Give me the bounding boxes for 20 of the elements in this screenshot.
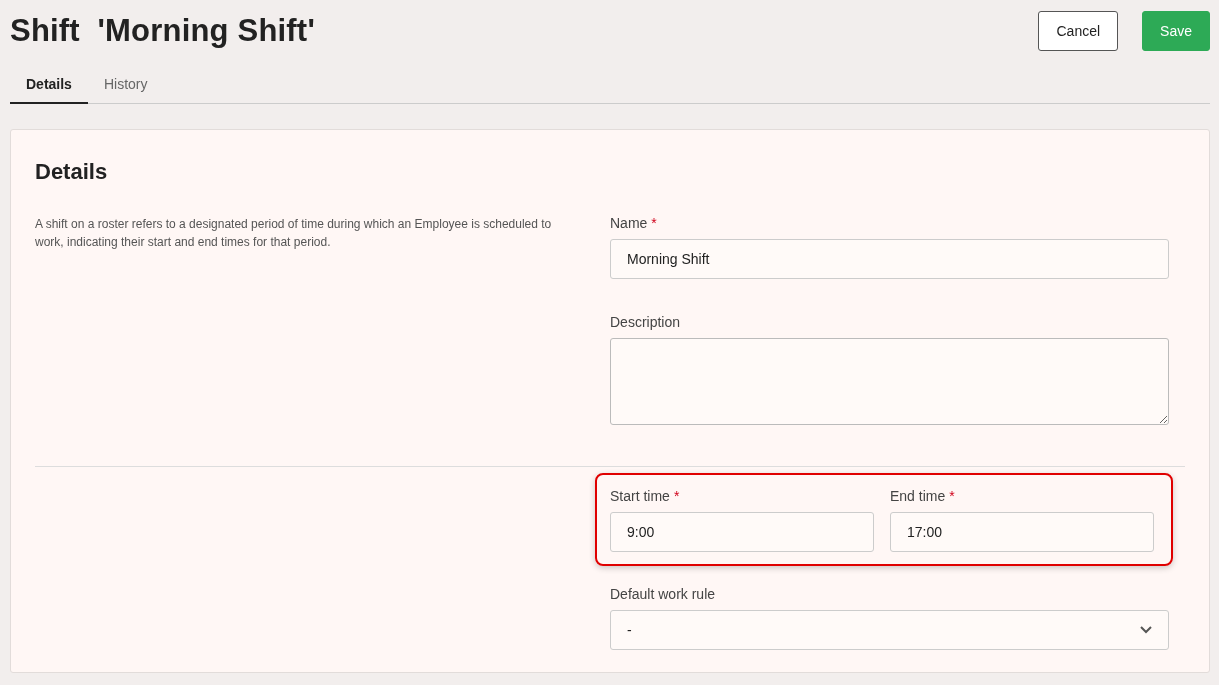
text-field[interactable]: 9:00 (610, 512, 874, 552)
secondary-button[interactable]: Cancel (1038, 11, 1119, 51)
field-label: Name (610, 215, 648, 231)
section-description: A shift on a roster refers to a designated period of time during which an Employee is scheduled to work, indicating their start and end times for that period. (35, 216, 553, 251)
page-title: Shift 'Morning Shift' (10, 13, 315, 49)
section-title: Details (35, 158, 109, 186)
text-field[interactable]: Morning Shift (610, 239, 1169, 279)
text-field[interactable]: 17:00 (890, 512, 1154, 552)
tab[interactable]: Details (10, 67, 88, 104)
field-label: Description (610, 314, 681, 330)
textarea-field[interactable] (610, 338, 1169, 425)
chevron-down-icon (1140, 626, 1152, 634)
field-label: End time (890, 488, 946, 504)
required-mark: * (651, 215, 657, 231)
tab[interactable]: History (87, 67, 164, 104)
dropdown-field[interactable]: - (610, 610, 1169, 650)
required-mark: * (673, 488, 680, 504)
required-mark: * (949, 488, 955, 504)
field-label: Default work rule (610, 586, 716, 602)
field-label: Start time (610, 488, 670, 504)
